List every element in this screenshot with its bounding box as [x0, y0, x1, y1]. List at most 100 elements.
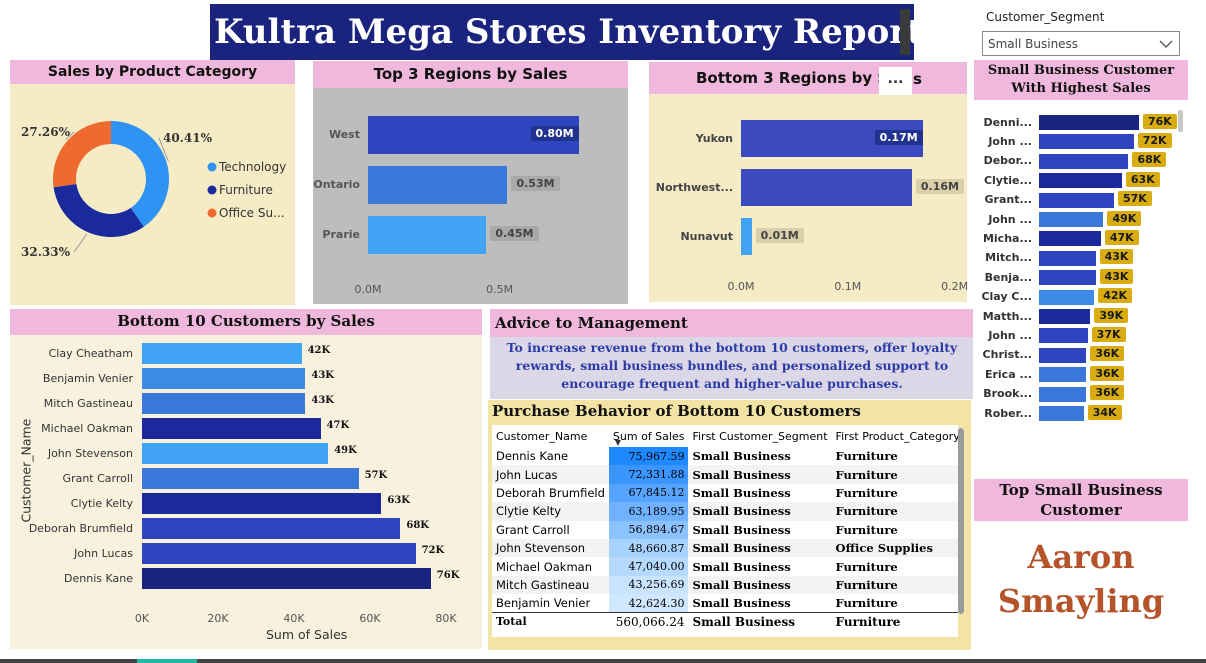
data-label: 0.80M [530, 126, 579, 141]
category-label: Clytie... [983, 173, 1032, 187]
category-label: John Lucas [74, 546, 133, 560]
axis-tick-label: 80K [435, 612, 457, 625]
segment-slicer-dropdown[interactable]: Small Business [982, 31, 1180, 56]
bar[interactable] [1039, 309, 1091, 324]
category-label: Erica ... [984, 367, 1032, 381]
bar[interactable] [1039, 386, 1087, 402]
bar[interactable] [1039, 134, 1134, 150]
axis-tick-label: 0.0M [354, 283, 382, 296]
bar[interactable] [1039, 231, 1101, 247]
table-row[interactable]: Benjamin Venier 42,624.30 Small Business Fu… [492, 594, 958, 613]
legend-item[interactable]: Furniture [219, 183, 273, 197]
bar[interactable] [1039, 406, 1084, 421]
bottom-customers-chart: Clay Cheatham 42K Benjamin Venier 43K Mitch … [10, 335, 482, 649]
category-label: Dennis Kane [64, 571, 133, 585]
bottom-regions-chart: Yukon 0.17M Northwest... 0.16M Nunavut 0.01M 0… [649, 94, 968, 302]
bar[interactable] [741, 218, 752, 255]
table-row[interactable]: Michael Oakman 47,040.00 Small Business Fur… [492, 557, 958, 576]
data-label: 0.01M [755, 227, 804, 243]
data-label: 57K [364, 469, 388, 481]
category-label: Deborah Brumfield [28, 521, 133, 535]
bar[interactable] [142, 368, 306, 389]
top-customers-chart: Denni... 76K John ... 72K Debor... 68K Clytie.… [974, 108, 1180, 426]
bar[interactable] [1039, 270, 1096, 286]
data-label: 72K [1137, 132, 1172, 148]
table-row[interactable]: Clytie Kelty 63,189.95 Small Business Furni… [492, 502, 958, 521]
data-label: 47K [1104, 229, 1139, 245]
cell-total-label: Total [496, 615, 527, 629]
bar[interactable] [741, 169, 912, 206]
donut-slice[interactable] [53, 183, 144, 237]
purchase-table: Customer_Name Sum of Sales ▼ First Custom… [492, 425, 958, 631]
purchase-table-scrollbar[interactable] [958, 428, 964, 614]
bottom-regions-title-tail: s [913, 70, 922, 88]
donut-slice[interactable] [111, 121, 169, 227]
top-customer-card-title: Top Small Business Customer [974, 479, 1188, 521]
table-row[interactable]: Dennis Kane 75,967.59 Small Business Furnit… [492, 447, 958, 466]
category-label: Benja... [984, 270, 1032, 284]
bar[interactable] [1039, 115, 1139, 130]
col-header-sales[interactable]: Sum of Sales ▼ [609, 425, 689, 448]
data-label: 39K [1094, 307, 1129, 323]
category-label: Nunavut [680, 229, 733, 243]
bar[interactable] [142, 418, 321, 439]
table-row[interactable]: Deborah Brumfield 67,845.12 Small Business… [492, 483, 958, 503]
bar[interactable] [142, 543, 416, 564]
bar[interactable] [142, 493, 382, 514]
report-title: Kultra Mega Stores Inventory Report [210, 4, 914, 60]
bar[interactable] [1039, 192, 1114, 208]
table-row[interactable]: John Lucas 72,331.88 Small Business Furnitu… [492, 465, 958, 484]
bar[interactable] [368, 216, 487, 254]
category-label: Benjamin Venier [42, 371, 133, 385]
table-header-row: Customer_Name Sum of Sales ▼ First Custom… [492, 425, 958, 448]
cell-total-segment: Small Business [692, 614, 795, 629]
top-customers-scrollbar[interactable] [1178, 110, 1183, 132]
cell-sales: 43,256.69 [608, 575, 689, 595]
col-header-category[interactable]: First Product_Category [832, 425, 958, 447]
bar[interactable] [142, 518, 401, 539]
bar[interactable] [142, 468, 359, 489]
bar[interactable] [1039, 173, 1122, 189]
purchase-table-container: Customer_Name Sum of Sales ▼ First Custom… [492, 425, 958, 637]
bar[interactable] [1039, 289, 1095, 305]
bar[interactable] [142, 343, 302, 364]
bar[interactable] [142, 568, 431, 589]
bar[interactable] [1039, 367, 1087, 383]
data-label: 43K [311, 394, 334, 406]
page-tab-indicator[interactable] [137, 659, 197, 663]
bar[interactable] [1039, 328, 1088, 344]
col-header-customer[interactable]: Customer_Name [492, 425, 609, 447]
cell-sales: 47,040.00 [608, 557, 689, 576]
donut-data-label: 32.33% [21, 245, 71, 259]
cell-category: Furniture [835, 596, 898, 611]
bar[interactable] [1039, 250, 1096, 266]
legend-marker [207, 208, 217, 218]
data-label: 57K [1118, 191, 1152, 207]
bar[interactable] [142, 443, 329, 464]
category-donut-chart: 40.41% 32.33% 27.26% Technology Furniture Off… [21, 121, 286, 259]
bar[interactable] [142, 393, 306, 414]
data-label: 63K [387, 494, 410, 506]
legend-item[interactable]: Office Su... [219, 206, 285, 220]
purchase-table-title: Purchase Behavior of Bottom 10 Customers [492, 402, 861, 420]
data-label: 68K [1132, 152, 1167, 168]
table-row[interactable]: John Stevenson 48,660.87 Small Business Off… [492, 538, 958, 558]
table-row[interactable]: Grant Carroll 56,894.67 Small Business Furn… [492, 520, 958, 539]
data-label: 63K [1125, 171, 1160, 187]
bar[interactable] [1039, 212, 1104, 227]
advice-text: To increase revenue from the bottom 10 c… [506, 340, 958, 391]
cell-category: Furniture [835, 504, 898, 519]
more-options-button[interactable]: ... [879, 67, 912, 95]
cell-segment: Small Business [692, 596, 791, 611]
category-label: Christ... [982, 348, 1032, 362]
top-regions-chart: West 0.80M Ontario 0.53M Prarie 0.45M 0.0M 0.5M [313, 88, 628, 304]
bar[interactable] [1039, 347, 1087, 363]
cell-sales: 48,660.87 [608, 538, 689, 558]
data-label: 43K [1099, 249, 1134, 265]
cell-segment: Small Business [692, 522, 791, 537]
bar[interactable] [1039, 153, 1129, 169]
bar[interactable] [368, 166, 508, 204]
legend-item[interactable]: Technology [218, 160, 286, 174]
col-header-segment[interactable]: First Customer_Segment [688, 425, 831, 447]
table-row[interactable]: Mitch Gastineau 43,256.69 Small Business Fu… [492, 575, 958, 595]
